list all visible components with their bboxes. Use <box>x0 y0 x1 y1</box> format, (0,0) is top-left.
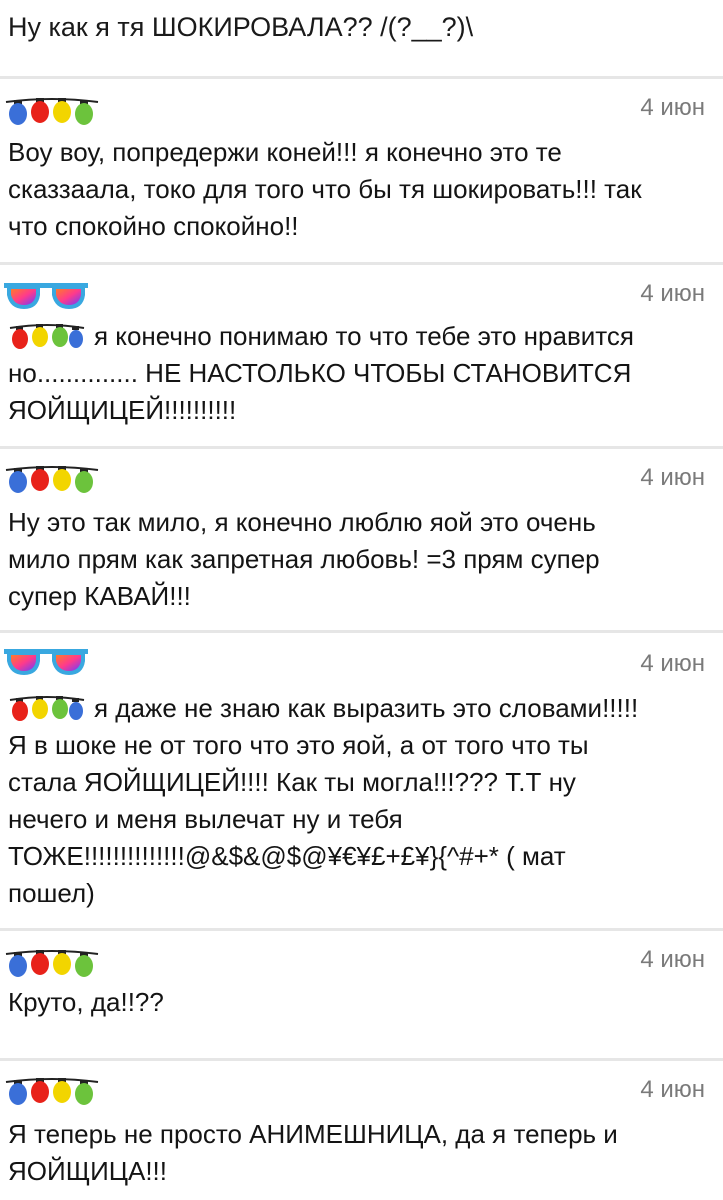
comment-feed: Ну как я тя ШОКИРОВАЛА?? /(?__?)\ 4 июн … <box>0 0 723 1200</box>
comment-text: Я теперь не просто АНИМЕШНИЦА, да я тепе… <box>8 1119 618 1186</box>
comment-text-block: я конечно понимаю то что тебе это нравит… <box>8 318 648 429</box>
comment-date: 4 июн <box>640 94 705 121</box>
lights-garland-icon <box>8 321 86 351</box>
sunglasses-icon <box>4 280 88 314</box>
separator <box>0 928 723 931</box>
comment-text-block: я даже не знаю как выразить это словами!… <box>8 690 648 912</box>
lights-garland-icon <box>4 94 100 128</box>
separator <box>0 262 723 265</box>
comment-date: 4 июн <box>640 946 705 973</box>
separator <box>0 1058 723 1061</box>
separator <box>0 76 723 79</box>
comment-text: я даже не знаю как выразить это словами!… <box>8 693 639 908</box>
comment-date: 4 июн <box>640 1076 705 1103</box>
comment-text: Круто, да!!?? <box>8 987 164 1017</box>
comment-text: Ну это так мило, я конечно люблю яой это… <box>8 507 600 611</box>
lights-garland-icon <box>4 462 100 496</box>
separator <box>0 446 723 449</box>
lights-garland-icon <box>8 693 86 723</box>
previous-comment-text: Ну как я тя ШОКИРОВАЛА?? /(?__?)\ <box>8 12 474 42</box>
comment-date: 4 июн <box>640 650 705 677</box>
comment-text: я конечно понимаю то что тебе это нравит… <box>8 321 634 425</box>
lights-garland-icon <box>4 946 100 980</box>
comment-date: 4 июн <box>640 280 705 307</box>
comment-date: 4 июн <box>640 464 705 491</box>
lights-garland-icon <box>4 1074 100 1108</box>
comment-text: Воу воу, попредержи коней!!! я конечно э… <box>8 137 642 241</box>
separator <box>0 630 723 633</box>
sunglasses-icon <box>4 646 88 680</box>
